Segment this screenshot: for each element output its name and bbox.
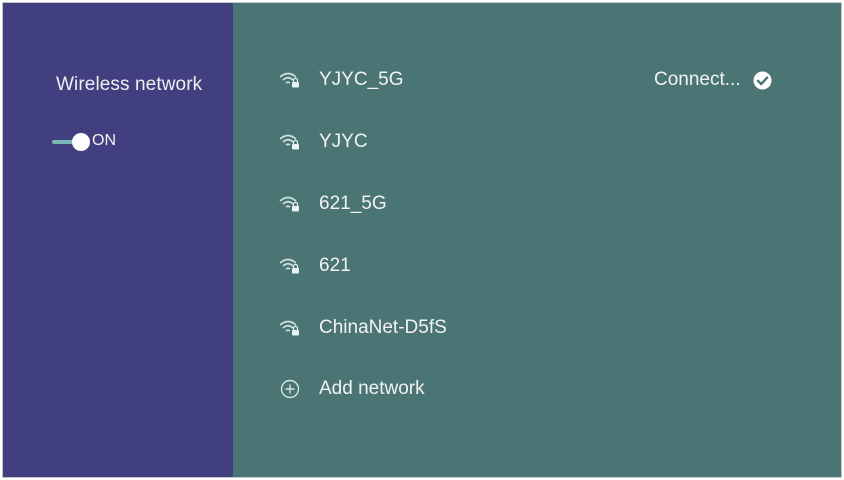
network-name: YJYC_5G — [319, 69, 404, 90]
wireless-toggle[interactable]: ON — [52, 130, 132, 154]
network-panel: YJYC_5G YJYC 621_5G 621 ChinaNet-D5fS Co… — [233, 3, 841, 477]
add-network-button[interactable]: Add network — [279, 369, 579, 409]
network-name: ChinaNet-D5fS — [319, 317, 447, 338]
sidebar: Wireless network ON — [3, 3, 233, 477]
network-item[interactable]: YJYC — [279, 122, 799, 162]
network-item[interactable]: ChinaNet-D5fS — [279, 308, 799, 348]
network-item[interactable]: 621 — [279, 246, 799, 286]
toggle-label: ON — [92, 132, 116, 149]
sidebar-title: Wireless network — [56, 74, 203, 95]
check-circle-icon — [753, 71, 772, 90]
plus-circle-icon — [279, 378, 301, 400]
wifi-lock-icon — [279, 257, 301, 275]
network-item[interactable]: 621_5G — [279, 184, 799, 224]
connection-status: Connect... — [654, 60, 772, 100]
connection-status-text: Connect... — [654, 69, 741, 90]
wifi-lock-icon — [279, 319, 301, 337]
network-name: YJYC — [319, 131, 368, 152]
network-name: 621_5G — [319, 193, 387, 214]
add-network-label: Add network — [319, 378, 425, 399]
network-name: 621 — [319, 255, 351, 276]
wifi-lock-icon — [279, 71, 301, 89]
wifi-lock-icon — [279, 133, 301, 151]
toggle-knob — [72, 133, 90, 151]
settings-window: Wireless network ON YJYC_5G YJYC 621_5G … — [2, 2, 842, 478]
wifi-lock-icon — [279, 195, 301, 213]
